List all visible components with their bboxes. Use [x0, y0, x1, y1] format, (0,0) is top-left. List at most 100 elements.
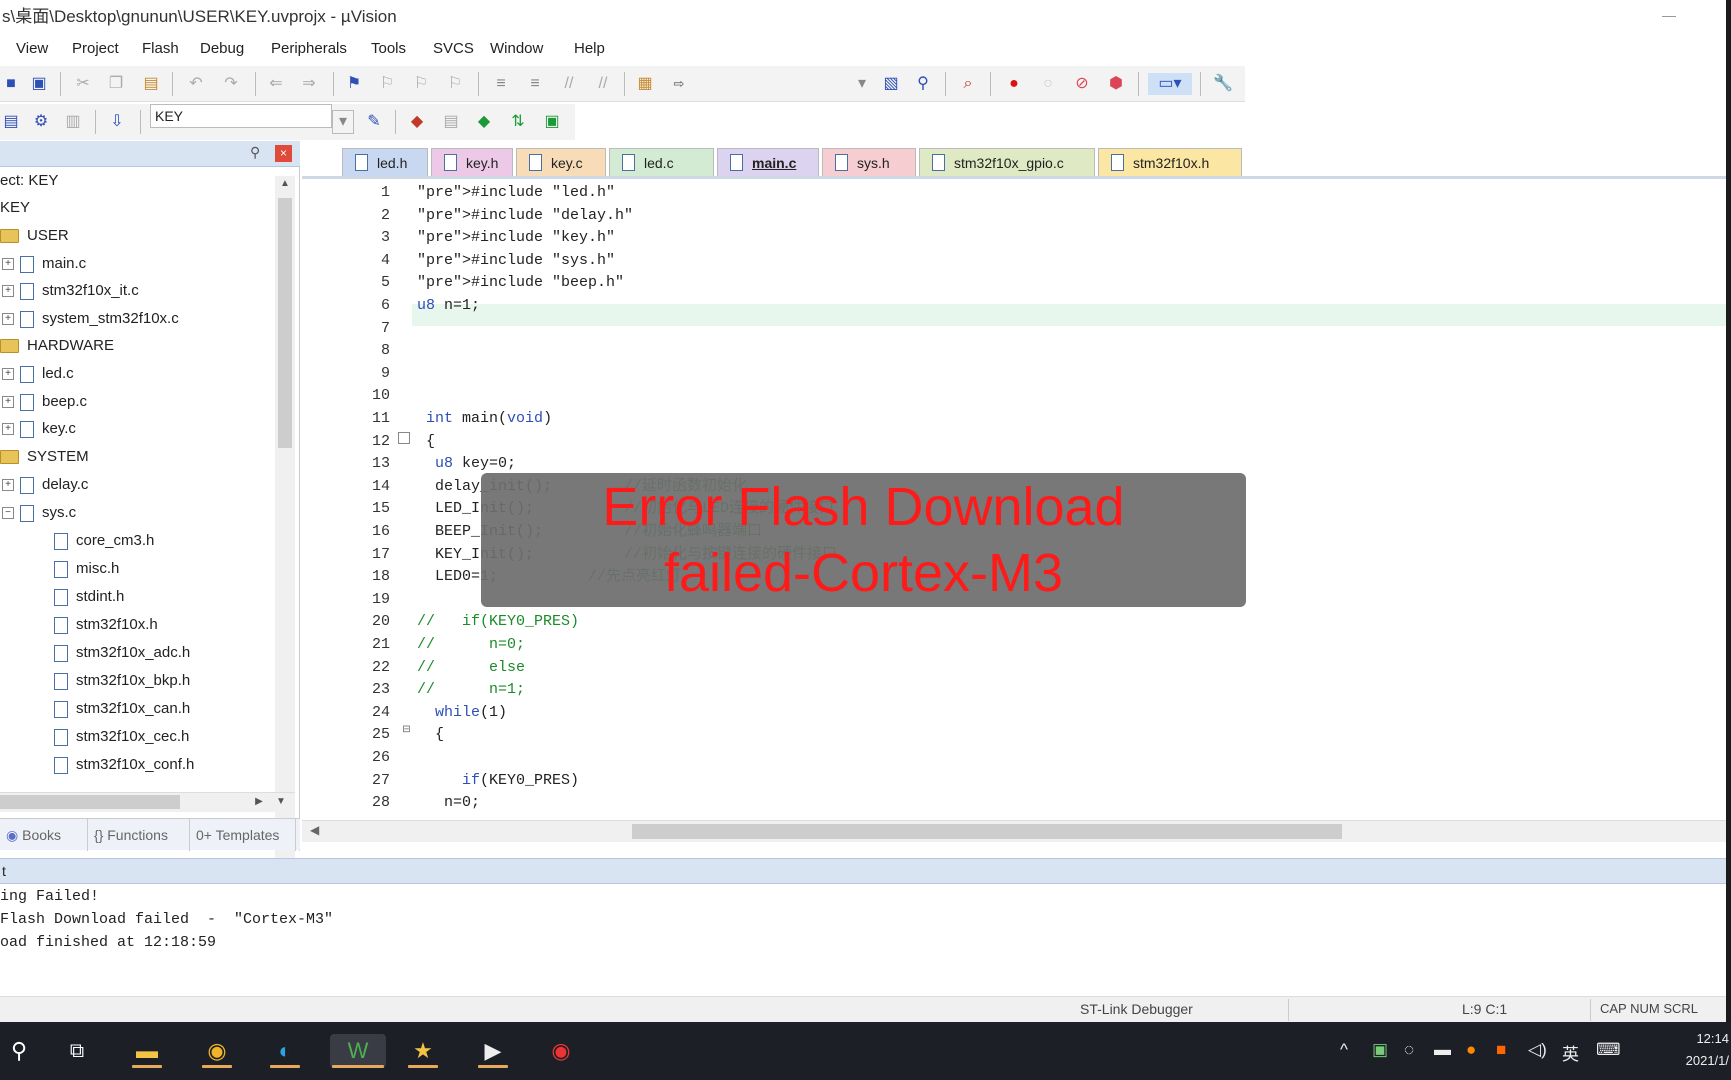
- disable-all-breakpoints-icon[interactable]: ⊘: [1071, 73, 1093, 95]
- editor-tab[interactable]: stm32f10x_gpio.c: [919, 148, 1095, 176]
- code-line[interactable]: 1 "pre">#include "led.h": [302, 182, 1731, 205]
- menu-tools[interactable]: Tools: [371, 40, 406, 57]
- code-line[interactable]: 23 // n=1;: [302, 679, 1731, 702]
- tree-header[interactable]: stm32f10x_bkp.h: [54, 667, 190, 694]
- tree-header[interactable]: core_cm3.h: [54, 527, 154, 554]
- code-line[interactable]: 4 "pre">#include "sys.h": [302, 250, 1731, 273]
- editor-tab[interactable]: stm32f10x.h: [1098, 148, 1242, 176]
- code-line[interactable]: 24 while(1): [302, 702, 1731, 725]
- file-explorer-icon[interactable]: ▬: [130, 1034, 164, 1068]
- code-line[interactable]: 26: [302, 747, 1731, 770]
- tree-group-system[interactable]: SYSTEM: [0, 443, 89, 470]
- tree-header[interactable]: stdint.h: [54, 583, 124, 610]
- cut-icon[interactable]: ✂: [72, 73, 94, 95]
- menu-flash[interactable]: Flash: [142, 40, 179, 57]
- code-line[interactable]: 8: [302, 340, 1731, 363]
- menu-peripherals[interactable]: Peripherals: [271, 40, 347, 57]
- battery-icon[interactable]: ▬: [1434, 1040, 1451, 1060]
- project-horizontal-scrollbar[interactable]: ▶ ▼: [0, 792, 295, 812]
- tree-file[interactable]: + led.c: [2, 360, 74, 387]
- menu-window[interactable]: Window: [490, 40, 543, 57]
- favorites-icon[interactable]: ★: [406, 1034, 440, 1068]
- indent-icon[interactable]: ≡: [490, 73, 512, 95]
- scroll-thumb[interactable]: [632, 824, 1342, 839]
- run-time-environment-icon[interactable]: ▣: [541, 111, 563, 133]
- tree-file[interactable]: + delay.c: [2, 471, 88, 498]
- editor-tab[interactable]: led.h: [342, 148, 428, 176]
- green-diamond-icon[interactable]: ◆: [473, 111, 495, 133]
- code-line[interactable]: 12 {: [302, 431, 1731, 454]
- download-icon[interactable]: ⇩: [106, 111, 128, 133]
- media-player-icon[interactable]: ▶: [476, 1034, 510, 1068]
- find-in-files-icon[interactable]: ▦: [634, 73, 656, 95]
- tree-header[interactable]: stm32f10x_can.h: [54, 695, 190, 722]
- expand-icon[interactable]: +: [2, 313, 14, 326]
- next-bookmark-icon[interactable]: ⚐: [410, 73, 432, 95]
- keyboard-icon[interactable]: ⌨: [1596, 1040, 1621, 1060]
- code-line[interactable]: 25 {: [302, 724, 1731, 747]
- window-layout-icon[interactable]: ▭▾: [1148, 73, 1192, 95]
- tab-books[interactable]: ◉ Books: [0, 819, 88, 851]
- save-all-icon[interactable]: ▣: [28, 73, 50, 95]
- expand-icon[interactable]: +: [2, 368, 14, 381]
- ime-indicator[interactable]: 英: [1562, 1040, 1579, 1065]
- chrome-icon[interactable]: ◉: [200, 1034, 234, 1068]
- nav-back-icon[interactable]: ⇐: [265, 73, 287, 95]
- tree-group-user[interactable]: USER: [0, 222, 69, 249]
- code-line[interactable]: 28 n=0;: [302, 792, 1731, 815]
- close-panel-icon[interactable]: ×: [275, 145, 292, 162]
- redo-icon[interactable]: ↷: [220, 73, 242, 95]
- copy-icon[interactable]: ❐: [105, 73, 127, 95]
- code-line[interactable]: 9: [302, 363, 1731, 386]
- code-line[interactable]: 21 // n=0;: [302, 634, 1731, 657]
- tab-templates[interactable]: 0+ Templates: [192, 819, 296, 851]
- editor-tab[interactable]: main.c: [717, 148, 819, 176]
- tree-file[interactable]: − sys.c: [2, 499, 76, 526]
- pin-icon[interactable]: ⚲: [250, 144, 260, 161]
- code-line[interactable]: 3 "pre">#include "key.h": [302, 227, 1731, 250]
- volume-icon[interactable]: ◁): [1528, 1040, 1547, 1060]
- tree-file[interactable]: + main.c: [2, 250, 86, 277]
- tray-app-icon[interactable]: ▣: [1372, 1040, 1388, 1060]
- paste-icon[interactable]: ▤: [140, 73, 162, 95]
- code-line[interactable]: 10: [302, 385, 1731, 408]
- code-line[interactable]: 6 u8 n=1;: [302, 295, 1731, 318]
- fold-marker[interactable]: [398, 432, 410, 444]
- network-icon[interactable]: ◌: [1404, 1040, 1414, 1060]
- target-options-icon[interactable]: ✎: [363, 111, 385, 133]
- translate-icon[interactable]: ▤: [0, 111, 22, 133]
- scroll-thumb[interactable]: [0, 795, 180, 809]
- manage-components-icon[interactable]: ◆: [406, 111, 428, 133]
- tree-file[interactable]: + key.c: [2, 415, 76, 442]
- comment-icon[interactable]: //: [558, 73, 580, 95]
- tree-header[interactable]: stm32f10x_conf.h: [54, 751, 194, 778]
- expand-icon[interactable]: +: [2, 285, 14, 298]
- fold-marker[interactable]: ⊟: [401, 725, 412, 736]
- unindent-icon[interactable]: ≡: [524, 73, 546, 95]
- breakpoint-icon[interactable]: ●: [1003, 73, 1025, 95]
- prev-bookmark-icon[interactable]: ⚐: [376, 73, 398, 95]
- code-line[interactable]: 5 "pre">#include "beep.h": [302, 272, 1731, 295]
- edge-icon[interactable]: ◐: [268, 1034, 302, 1068]
- disable-breakpoint-icon[interactable]: ○: [1037, 73, 1059, 95]
- tree-root[interactable]: ect: KEY: [0, 167, 58, 194]
- target-dropdown-icon[interactable]: ▾: [332, 110, 354, 134]
- menu-help[interactable]: Help: [574, 40, 605, 57]
- scroll-up-icon[interactable]: ▲: [277, 178, 293, 194]
- expand-icon[interactable]: +: [2, 479, 14, 492]
- minimize-button[interactable]: [1658, 6, 1680, 26]
- tree-file[interactable]: + system_stm32f10x.c: [2, 305, 179, 332]
- uncomment-icon[interactable]: //: [592, 73, 614, 95]
- editor-tab[interactable]: key.c: [516, 148, 606, 176]
- find-icon[interactable]: ⇨: [668, 73, 690, 95]
- incremental-find-icon[interactable]: ▧: [880, 73, 902, 95]
- menu-view[interactable]: View: [16, 40, 48, 57]
- editor-tab[interactable]: led.c: [609, 148, 714, 176]
- tree-group-hardware[interactable]: HARDWARE: [0, 332, 114, 359]
- build-icon[interactable]: ⚙: [30, 111, 52, 133]
- nav-forward-icon[interactable]: ⇒: [298, 73, 320, 95]
- code-line[interactable]: 7: [302, 318, 1731, 341]
- tab-functions[interactable]: {} Functions: [90, 819, 190, 851]
- code-line[interactable]: 22 // else: [302, 657, 1731, 680]
- tree-header[interactable]: stm32f10x_adc.h: [54, 639, 190, 666]
